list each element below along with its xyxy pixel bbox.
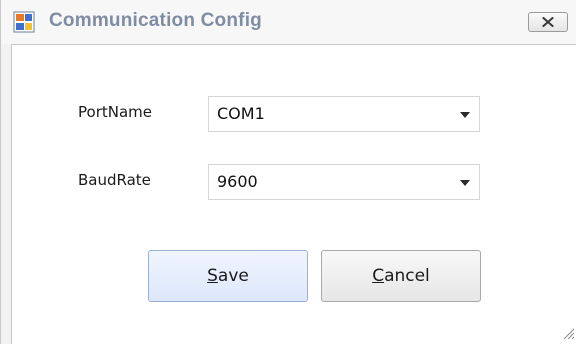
port-name-value: COM1 xyxy=(217,104,265,123)
resize-grip-icon[interactable] xyxy=(561,326,575,340)
window-title: Communication Config xyxy=(49,10,262,31)
close-x-icon xyxy=(542,17,554,27)
save-label-rest: ave xyxy=(217,266,249,286)
cancel-button[interactable]: Cancel xyxy=(321,250,481,302)
port-name-dropdown[interactable]: COM1 xyxy=(208,96,480,132)
baud-rate-dropdown[interactable]: 9600 xyxy=(208,164,480,200)
cancel-label-rest: ancel xyxy=(384,266,430,286)
baud-rate-value: 9600 xyxy=(217,172,258,191)
chevron-down-icon xyxy=(460,112,470,118)
save-mnemonic: S xyxy=(207,266,218,286)
dialog-client-area: PortName COM1 BaudRate 9600 Save Cancel xyxy=(11,44,576,344)
close-button[interactable] xyxy=(528,12,568,32)
port-name-label: PortName xyxy=(78,103,152,121)
save-button[interactable]: Save xyxy=(148,250,308,302)
app-window-icon xyxy=(13,11,35,33)
chevron-down-icon xyxy=(460,180,470,186)
dialog-window: Communication Config PortName COM1 BaudR… xyxy=(0,0,576,344)
baud-rate-label: BaudRate xyxy=(78,171,151,189)
title-bar[interactable]: Communication Config xyxy=(1,0,576,44)
cancel-mnemonic: C xyxy=(372,266,385,286)
